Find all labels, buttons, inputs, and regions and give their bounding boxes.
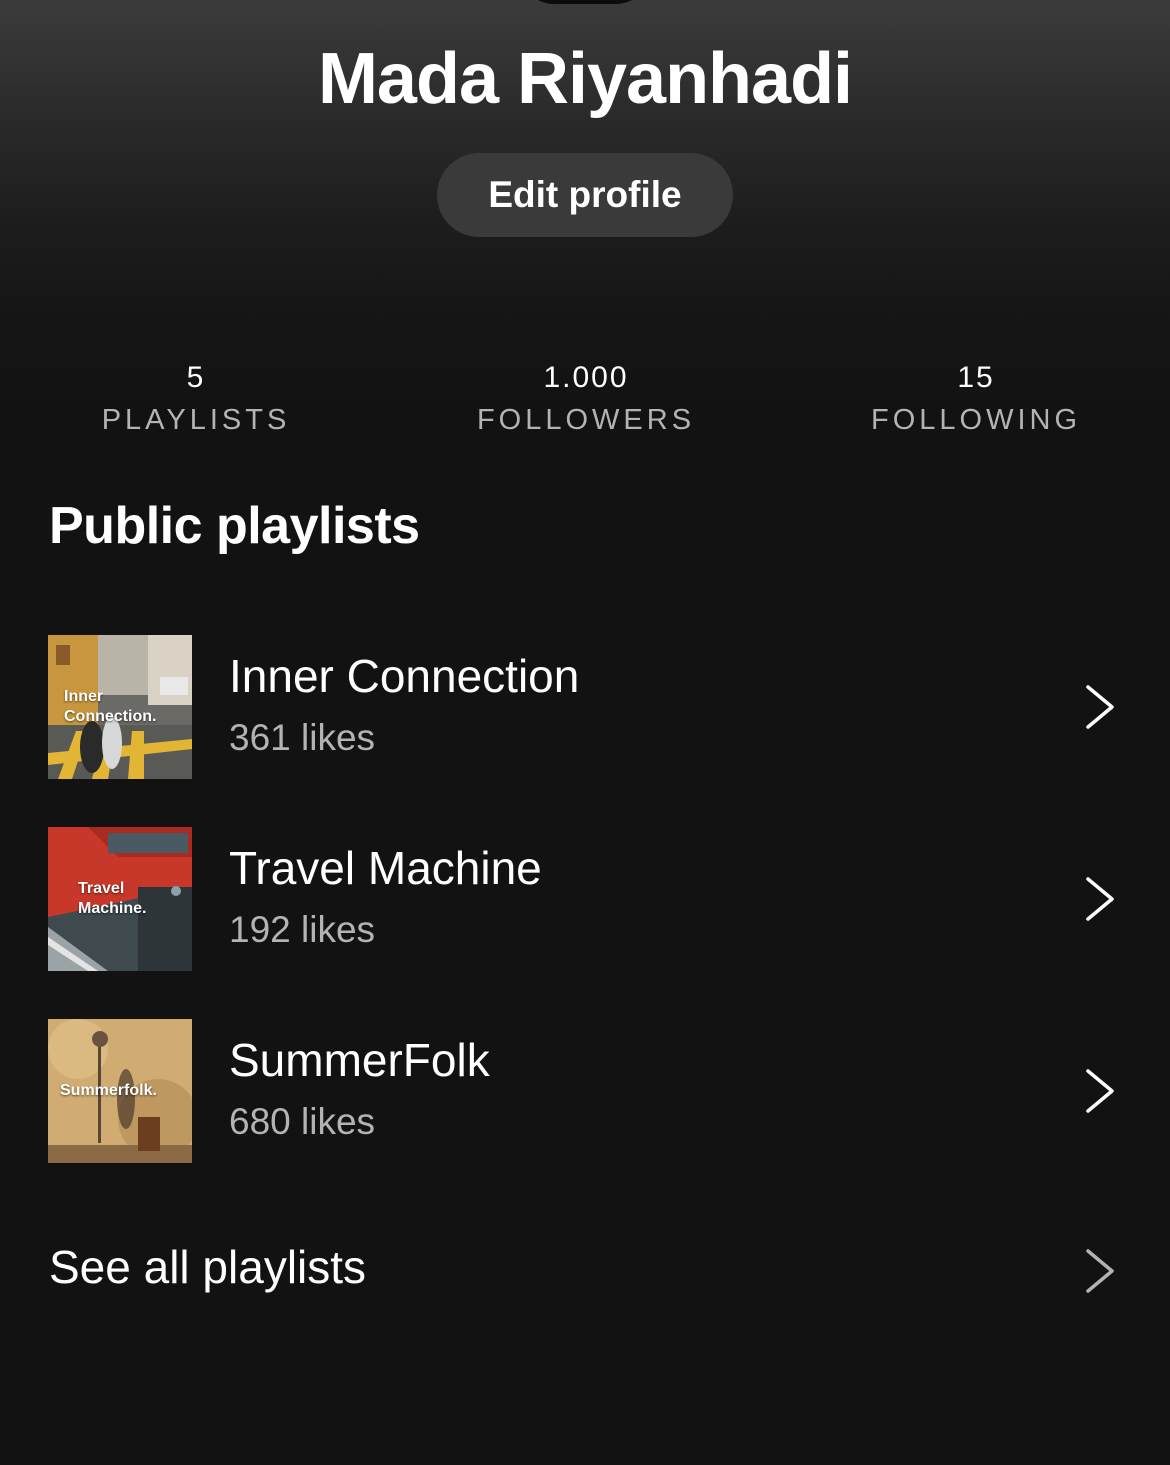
cover-label-2: Machine. bbox=[78, 900, 147, 917]
profile-page: Mada Riyanhadi Edit profile 5 PLAYLISTS … bbox=[0, 0, 1170, 1465]
chevron-right-icon bbox=[1086, 877, 1114, 921]
stat-label: FOLLOWERS bbox=[476, 404, 696, 436]
playlist-title: SummerFolk bbox=[229, 1034, 490, 1086]
profile-stats: 5 PLAYLISTS 1.000 FOLLOWERS 15 FOLLOWING bbox=[0, 360, 1170, 450]
cover-label-1: Summerfolk. bbox=[60, 1082, 157, 1099]
playlist-item-summerfolk[interactable]: Summerfolk. SummerFolk 680 likes bbox=[48, 1019, 1128, 1163]
playlist-cover: Summerfolk. bbox=[48, 1019, 192, 1163]
stat-label: PLAYLISTS bbox=[101, 404, 291, 436]
playlist-cover: Inner Connection. bbox=[48, 635, 192, 779]
edit-profile-button[interactable]: Edit profile bbox=[437, 153, 733, 237]
playlist-title: Inner Connection bbox=[229, 650, 580, 702]
playlist-cover: Travel Machine. bbox=[48, 827, 192, 971]
playlist-likes: 361 likes bbox=[229, 717, 376, 758]
see-all-playlists-link[interactable]: See all playlists bbox=[49, 1240, 366, 1294]
stat-value: 5 bbox=[186, 361, 206, 394]
chevron-right-icon bbox=[1086, 685, 1114, 729]
playlist-item-travel-machine[interactable]: Travel Machine. Travel Machine 192 likes bbox=[48, 827, 1128, 971]
playlist-title: Travel Machine bbox=[229, 842, 542, 894]
avatar[interactable] bbox=[520, 0, 650, 4]
cover-label-1: Inner bbox=[64, 688, 104, 705]
stat-label: FOLLOWING bbox=[870, 404, 1081, 436]
playlist-likes: 192 likes bbox=[229, 909, 376, 950]
stat-value: 1.000 bbox=[543, 361, 629, 394]
stat-following[interactable]: 15 FOLLOWING bbox=[796, 360, 1156, 438]
section-title: Public playlists bbox=[49, 497, 420, 555]
profile-name: Mada Riyanhadi bbox=[317, 39, 853, 119]
stat-followers[interactable]: 1.000 FOLLOWERS bbox=[406, 360, 766, 438]
chevron-right-icon bbox=[1086, 1069, 1114, 1113]
playlist-item-inner-connection[interactable]: Inner Connection. Inner Connection 361 l… bbox=[48, 635, 1128, 779]
cover-label-2: Connection. bbox=[64, 708, 157, 725]
stat-playlists[interactable]: 5 PLAYLISTS bbox=[16, 360, 376, 438]
playlist-likes: 680 likes bbox=[229, 1101, 376, 1142]
stat-value: 15 bbox=[957, 361, 995, 394]
cover-label-1: Travel bbox=[78, 880, 125, 897]
chevron-right-icon[interactable] bbox=[1082, 1247, 1122, 1295]
